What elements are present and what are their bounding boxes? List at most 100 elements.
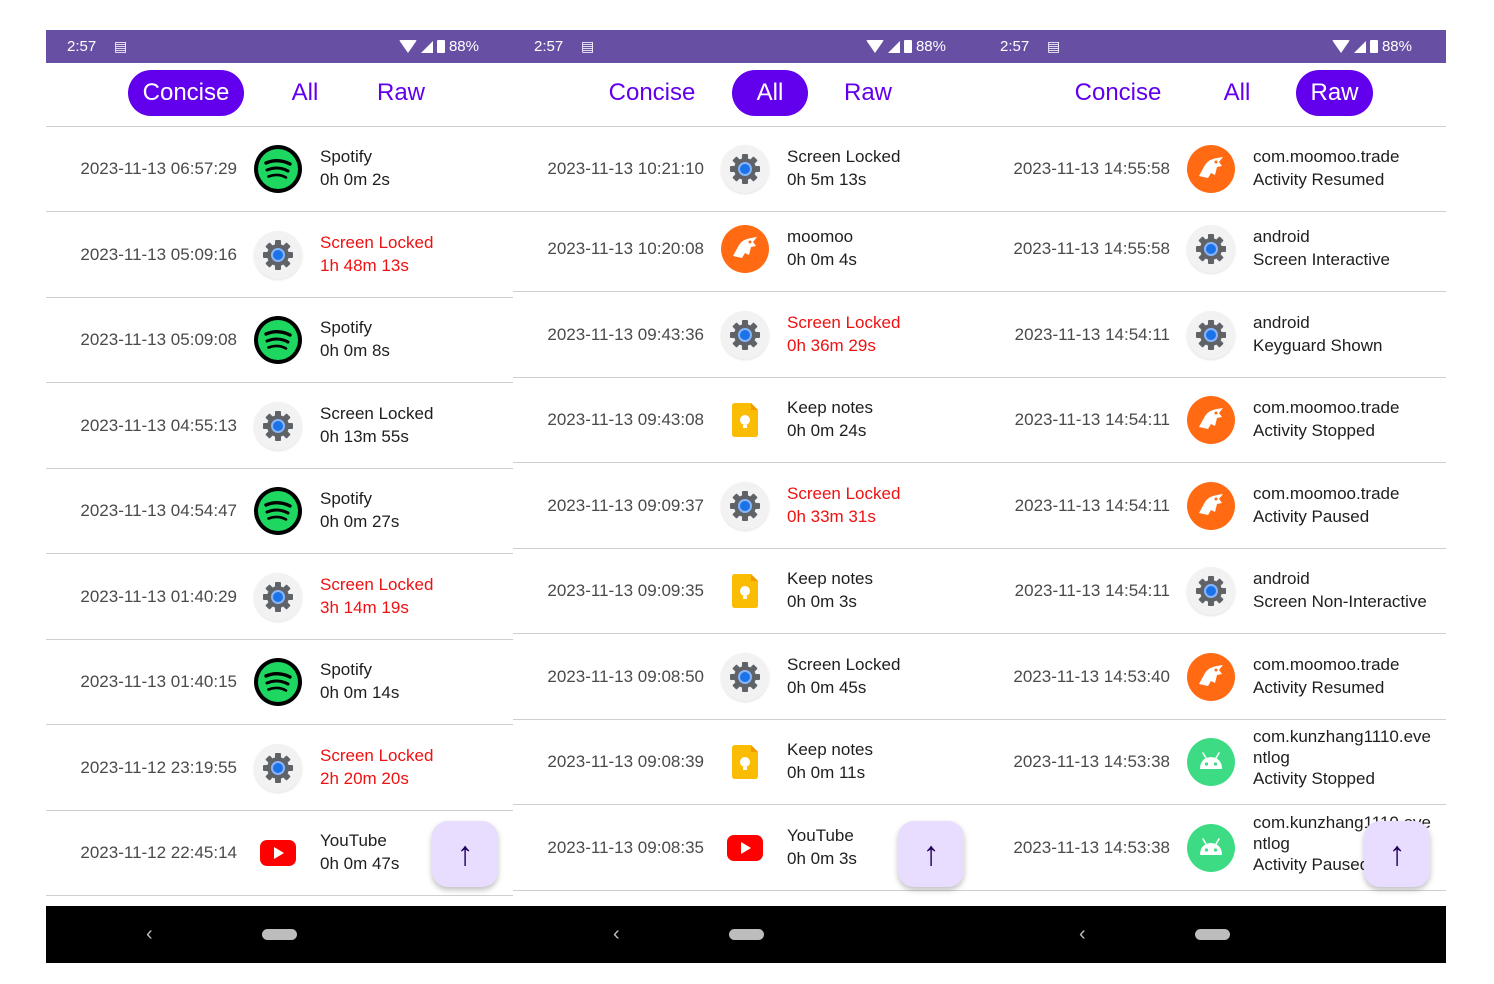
list-item[interactable]: 2023-11-13 06:57:29 Spotify 0h 0m 2s (46, 127, 513, 212)
list-item[interactable]: 2023-11-13 05:09:16 Screen Locked 1h 48m 1… (46, 213, 513, 298)
list-item[interactable]: 2023-11-13 14:55:58 com.moomoo.trade Activ… (979, 127, 1446, 212)
home-pill[interactable] (729, 929, 764, 940)
event-detail: 0h 0m 3s (787, 849, 857, 868)
event-title: com.moomoo.trade (1253, 147, 1400, 166)
list-item[interactable]: 2023-11-13 01:40:29 Screen Locked 3h 14m 1… (46, 555, 513, 640)
event-timestamp: 2023-11-13 09:43:08 (547, 410, 704, 429)
event-detail: 0h 0m 14s (320, 683, 400, 702)
youtube-icon (721, 824, 769, 872)
list-item[interactable]: 2023-11-13 09:08:50 Screen Locked 0h 0m 45… (513, 635, 980, 720)
keep-notes-icon (721, 567, 769, 615)
event-timestamp: 2023-11-13 14:54:11 (1014, 410, 1170, 429)
list-item[interactable]: 2023-11-13 09:09:35 Keep notes 0h 0m 3s (513, 549, 980, 634)
moomoo-icon (1187, 145, 1235, 193)
list-item[interactable]: 2023-11-13 14:54:11 android Screen Non-Int… (979, 549, 1446, 634)
list-item[interactable]: 2023-11-13 09:08:39 Keep notes 0h 0m 11s (513, 720, 980, 805)
moomoo-icon (1187, 653, 1235, 701)
event-title: Screen Locked (787, 484, 901, 503)
event-text: Keep notes 0h 0m 11s (787, 738, 873, 784)
tab-all[interactable]: All (732, 70, 808, 116)
event-detail: Activity Resumed (1253, 678, 1385, 697)
event-timestamp: 2023-11-13 05:09:16 (80, 245, 237, 264)
event-detail: 0h 0m 47s (320, 854, 400, 873)
event-title: YouTube (787, 826, 854, 845)
event-timestamp: 2023-11-13 14:55:58 (1013, 159, 1170, 178)
spotify-icon (254, 316, 302, 364)
back-icon[interactable]: ‹ (146, 923, 153, 946)
event-text: android Keyguard Shown (1253, 311, 1382, 357)
event-timestamp: 2023-11-13 09:09:37 (547, 496, 704, 515)
nav-set: ‹ (46, 906, 513, 963)
tab-raw[interactable]: Raw (829, 70, 907, 116)
tab-all[interactable]: All (272, 70, 338, 116)
event-title: Spotify (320, 147, 372, 166)
tab-raw[interactable]: Raw (362, 70, 440, 116)
event-title: com.moomoo.trade (1253, 398, 1400, 417)
settings-gear-icon (721, 311, 769, 359)
tab-all[interactable]: All (1204, 70, 1270, 116)
list-item[interactable]: 2023-11-13 10:20:08 moomoo 0h 0m 4s (513, 207, 980, 292)
scroll-to-top-button[interactable]: ↑ (1364, 821, 1430, 887)
event-text: com.moomoo.trade Activity Paused (1253, 482, 1399, 528)
event-text: YouTube 0h 0m 47s (320, 829, 399, 875)
list-item[interactable]: 2023-11-13 14:54:11 android Keyguard Shown (979, 293, 1446, 378)
list-item[interactable]: 2023-11-13 09:43:08 Keep notes 0h 0m 24s (513, 378, 980, 463)
list-item[interactable]: 2023-11-12 23:19:55 Screen Locked 2h 20m 2… (46, 726, 513, 811)
list-item[interactable]: 2023-11-13 04:55:13 Screen Locked 0h 13m 5… (46, 384, 513, 469)
tab-raw[interactable]: Raw (1296, 70, 1373, 116)
list-item[interactable]: 2023-11-13 05:09:08 Spotify 0h 0m 8s (46, 298, 513, 383)
settings-gear-icon (721, 482, 769, 530)
tab-concise[interactable]: Concise (128, 70, 244, 116)
event-timestamp: 2023-11-13 01:40:15 (80, 672, 237, 691)
moomoo-icon (1187, 482, 1235, 530)
cellular-icon (420, 40, 433, 53)
list-item[interactable]: 2023-11-13 14:55:58 android Screen Interac… (979, 207, 1446, 292)
list-item[interactable]: 2023-11-13 04:54:47 Spotify 0h 0m 27s (46, 469, 513, 554)
event-title: Keep notes (787, 740, 874, 759)
settings-gear-icon (1187, 311, 1235, 359)
event-text: Screen Locked 1h 48m 13s (320, 231, 433, 277)
event-detail: 0h 0m 4s (787, 250, 857, 269)
event-title: android (1253, 569, 1310, 588)
list-item[interactable]: 2023-11-13 14:53:40 com.moomoo.trade Activ… (979, 635, 1446, 720)
list-item[interactable]: 2023-11-13 14:54:11 com.moomoo.trade Activ… (979, 464, 1446, 549)
home-pill[interactable] (1195, 929, 1230, 940)
spotify-icon (254, 487, 302, 535)
status-time: 2:57 (67, 38, 97, 55)
event-title: Spotify (320, 318, 372, 337)
tab-concise[interactable]: Concise (594, 70, 710, 116)
notification-icon: ▤ (581, 38, 595, 54)
tab-concise[interactable]: Concise (1060, 70, 1176, 116)
event-text: moomoo 0h 0m 4s (787, 225, 857, 271)
back-icon[interactable]: ‹ (1079, 923, 1086, 946)
keep-notes-icon (721, 738, 769, 786)
event-text: com.kunzhang1110.eve ntlog Activity Stoppe… (1253, 726, 1431, 789)
wifi-icon (865, 40, 884, 53)
event-title: Screen Locked (320, 404, 434, 423)
event-timestamp: 2023-11-12 23:19:55 (80, 758, 237, 777)
event-detail: 0h 0m 11s (787, 763, 866, 782)
list-item[interactable]: 2023-11-13 14:54:11 com.moomoo.trade Activ… (979, 378, 1446, 463)
event-detail: 0h 0m 45s (787, 678, 867, 697)
system-nav-bar: ‹ ‹ ‹ (46, 906, 1446, 963)
event-title: android (1253, 227, 1310, 246)
scroll-to-top-button[interactable]: ↑ (432, 821, 498, 887)
list-item[interactable]: 2023-11-13 09:09:37 Screen Locked 0h 33m 3… (513, 464, 980, 549)
event-detail: 0h 0m 2s (320, 170, 390, 189)
event-detail: Activity Stopped (1253, 769, 1375, 788)
home-pill[interactable] (262, 929, 297, 940)
settings-gear-icon (721, 653, 769, 701)
settings-gear-icon (721, 145, 769, 193)
settings-gear-icon (254, 573, 302, 621)
event-detail: 0h 33m 31s (787, 507, 876, 526)
scroll-to-top-button[interactable]: ↑ (898, 821, 964, 887)
list-item[interactable]: 2023-11-13 01:40:15 Spotify 0h 0m 14s (46, 640, 513, 725)
list-item[interactable]: 2023-11-13 10:21:10 Screen Locked 0h 5m 13… (513, 127, 980, 212)
list-item[interactable]: 2023-11-13 14:53:38 com.kunzhang1110.eve n… (979, 720, 1446, 805)
list-item[interactable]: 2023-11-13 09:43:36 Screen Locked 0h 36m 2… (513, 293, 980, 378)
event-text: Screen Locked 2h 20m 20s (320, 744, 433, 790)
back-icon[interactable]: ‹ (613, 923, 620, 946)
event-timestamp: 2023-11-13 01:40:29 (80, 587, 237, 606)
tab-bar: Concise All Raw (979, 63, 1446, 127)
moomoo-icon (721, 225, 769, 273)
